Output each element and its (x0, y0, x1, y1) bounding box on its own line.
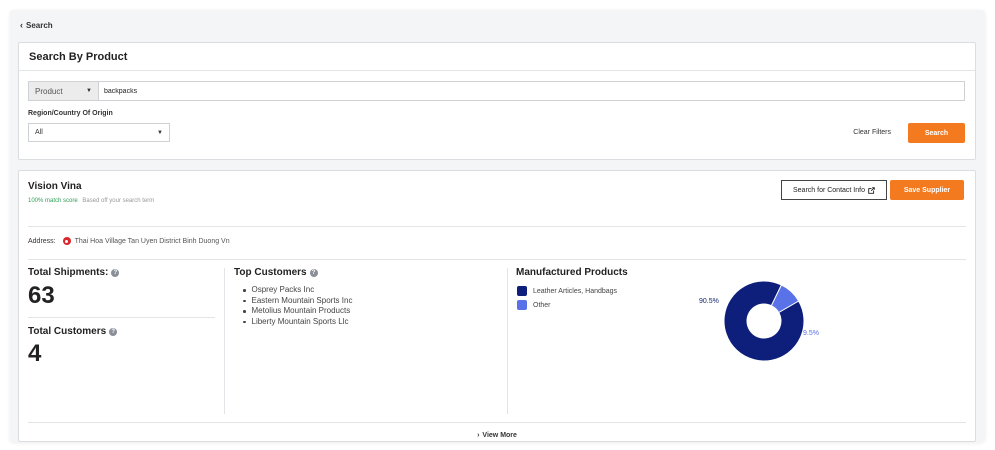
divider (28, 422, 966, 423)
back-link[interactable]: ‹ Search (20, 20, 53, 30)
search-bar: Product ▼ (28, 81, 965, 101)
total-customers-value: 4 (28, 340, 42, 367)
divider (28, 226, 966, 227)
legend-swatch (517, 286, 527, 296)
back-label: Search (26, 20, 53, 30)
top-customers-list: Osprey Packs Inc Eastern Mountain Sports… (243, 285, 353, 328)
help-icon[interactable]: ? (109, 327, 118, 336)
top-customers-title: Top Customers ? (234, 267, 318, 278)
region-label: Region/Country Of Origin (28, 110, 113, 117)
region-value: All (35, 129, 43, 136)
slice-label-major: 90.5% (699, 298, 719, 305)
chevron-left-icon: ‹ (20, 20, 23, 30)
column-divider (224, 268, 225, 414)
product-donut-chart (723, 280, 805, 362)
location-pin-icon (62, 237, 71, 245)
caret-down-icon: ▼ (86, 88, 92, 94)
total-shipments-label: Total Shipments: (28, 267, 109, 278)
total-shipments-title: Total Shipments: ? (28, 267, 120, 278)
total-customers-title: Total Customers ? (28, 326, 118, 337)
address-label: Address: (28, 237, 56, 245)
slice-label-minor: 9.5% (803, 330, 819, 337)
product-type-select[interactable]: Product ▼ (29, 82, 99, 100)
legend-label: Leather Articles, Handbags (533, 287, 618, 295)
external-link-icon (868, 186, 875, 194)
legend-label: Other (533, 301, 551, 309)
region-select[interactable]: All ▼ (28, 123, 170, 142)
legend-item: Other (517, 298, 617, 312)
product-type-value: Product (35, 86, 63, 96)
view-more-link[interactable]: › View More (19, 432, 975, 439)
caret-down-icon: ▼ (157, 129, 163, 136)
search-panel: Search By Product Product ▼ Region/Count… (18, 42, 976, 160)
address-row: Address: Thai Hoa Village Tan Uyen Distr… (28, 237, 230, 245)
search-contact-button[interactable]: Search for Contact Info (781, 180, 887, 200)
total-shipments-value: 63 (28, 282, 55, 309)
match-score-value: 100% match score (28, 198, 78, 204)
total-customers-label: Total Customers (28, 326, 107, 337)
legend-item: Leather Articles, Handbags (517, 284, 617, 298)
supplier-card: Vision Vina 100% match score Based off y… (18, 170, 976, 442)
match-score-note: Based off your search term (82, 198, 155, 204)
search-contact-label: Search for Contact Info (793, 186, 865, 194)
divider (28, 317, 215, 318)
list-item: Osprey Packs Inc (243, 285, 352, 296)
supplier-name: Vision Vina (28, 181, 82, 192)
manufactured-products-title: Manufactured Products (516, 267, 628, 278)
app-frame: ‹ Search Search By Product Product ▼ Reg… (10, 10, 985, 442)
list-item: Metolius Mountain Products (243, 306, 352, 317)
match-score: 100% match score Based off your search t… (28, 198, 154, 204)
list-item: Eastern Mountain Sports Inc (243, 296, 353, 307)
search-button[interactable]: Search (908, 123, 965, 143)
address-value: Thai Hoa Village Tan Uyen District Binh … (74, 237, 230, 245)
column-divider (507, 268, 508, 414)
legend-swatch (517, 300, 527, 310)
help-icon[interactable]: ? (309, 268, 318, 277)
save-supplier-button[interactable]: Save Supplier (890, 180, 964, 200)
divider (28, 259, 966, 260)
help-icon[interactable]: ? (111, 268, 120, 277)
view-more-label: View More (482, 432, 517, 439)
chevron-right-icon: › (477, 432, 480, 439)
search-input[interactable] (99, 82, 964, 100)
chart-legend: Leather Articles, Handbags Other (517, 284, 617, 312)
search-panel-title: Search By Product (19, 43, 975, 71)
list-item: Liberty Mountain Sports Llc (243, 317, 352, 328)
top-customers-label: Top Customers (234, 267, 307, 278)
clear-filters-link[interactable]: Clear Filters (853, 129, 891, 136)
